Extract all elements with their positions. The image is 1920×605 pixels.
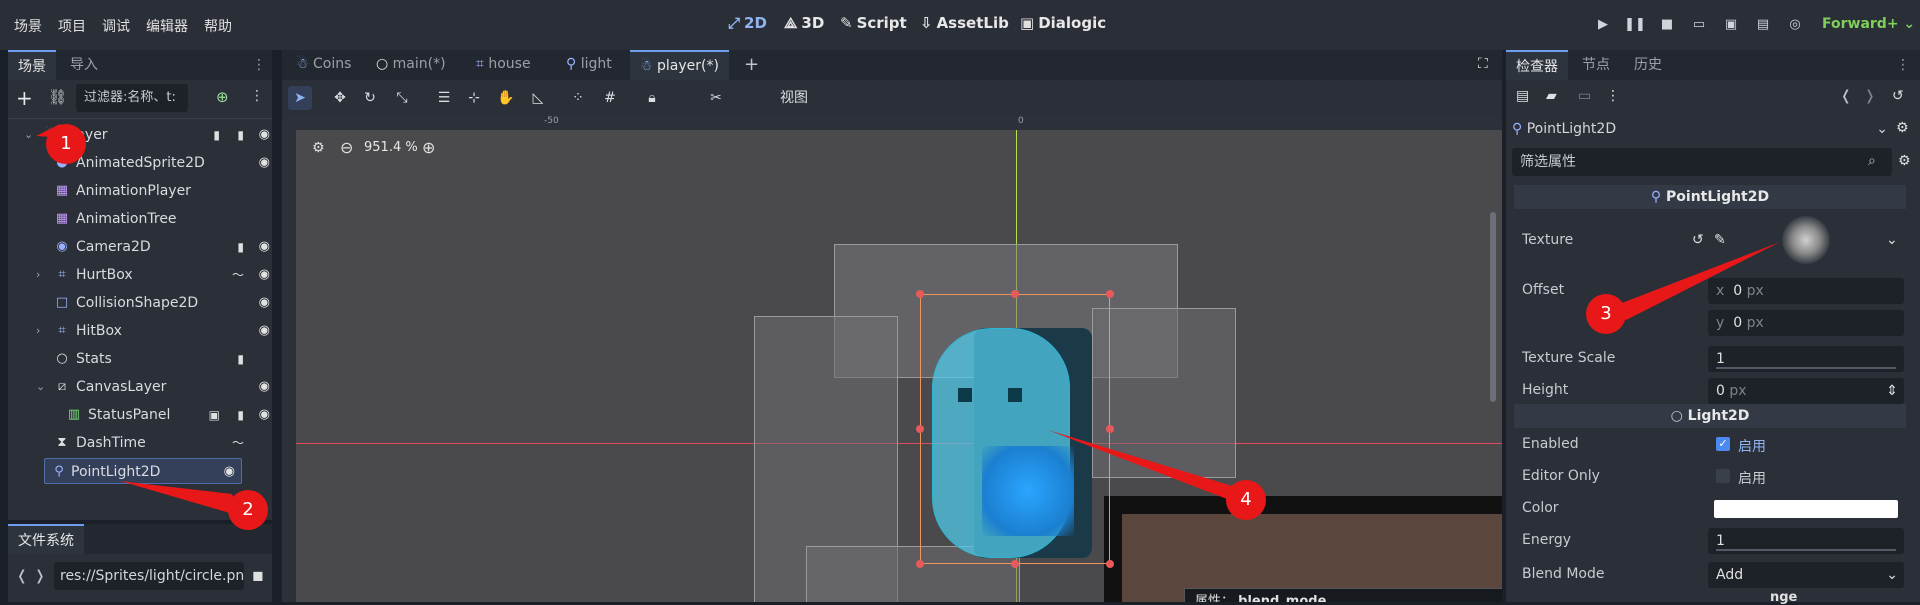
callout-2: 2 — [228, 490, 268, 530]
arrow-3 — [1614, 242, 1780, 320]
callout-4: 4 — [1226, 480, 1266, 520]
annotation-layer — [36, 124, 1780, 516]
arrow-2 — [120, 481, 240, 516]
callout-3: 3 — [1586, 294, 1626, 334]
callout-1: 1 — [46, 124, 86, 164]
arrow-4 — [1048, 430, 1240, 504]
